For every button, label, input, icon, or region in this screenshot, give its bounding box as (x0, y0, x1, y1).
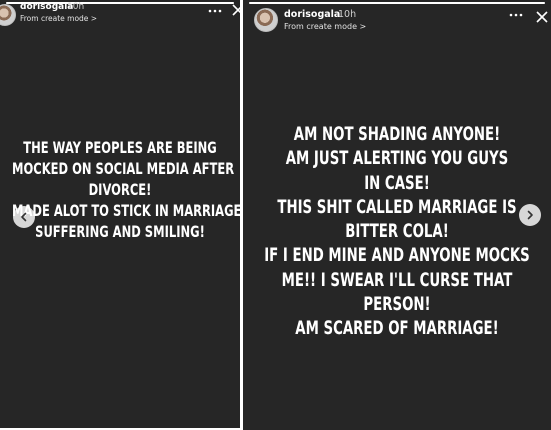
chevron-left-icon (21, 212, 27, 222)
story-text-line: THE WAY PEOPLES ARE BEING (23, 138, 217, 157)
story-header: dorisogala 10h From create mode > (243, 0, 551, 36)
story-timestamp: 10h (67, 2, 85, 12)
story-panel-right: dorisogala 10h From create mode > AM NOT… (243, 0, 551, 430)
story-text-line: PERSON! (363, 294, 431, 316)
create-mode-link[interactable]: From create mode > (284, 22, 366, 31)
story-text-line: MOCKED ON SOCIAL MEDIA AFTER (11, 159, 235, 178)
story-header: dorisogala 10h From create mode > (0, 0, 240, 36)
story-text-line: BITTER COLA! (345, 221, 449, 243)
story-text-line: IN CASE! (364, 172, 430, 194)
avatar[interactable] (254, 8, 278, 32)
story-text-line: DIVORCE! (88, 180, 152, 199)
chevron-right-icon (527, 210, 533, 220)
more-horizontal-icon[interactable] (509, 12, 523, 18)
story-text-line: ME!! I SWEAR I'LL CURSE THAT (281, 269, 513, 291)
previous-story-button[interactable] (13, 206, 35, 228)
story-text-line: MADE ALOT TO STICK IN MARRIAGE (11, 201, 240, 220)
next-story-button[interactable] (519, 204, 541, 226)
avatar[interactable] (0, 4, 16, 26)
story-text-line: SUFFERING AND SMILING! (35, 222, 205, 241)
username[interactable]: dorisogala (284, 9, 340, 20)
create-mode-link[interactable]: From create mode > (20, 14, 97, 23)
story-text-line: AM JUST ALERTING YOU GUYS (285, 148, 509, 170)
story-text: THE WAY PEOPLES ARE BEING MOCKED ON SOCIA… (11, 137, 240, 242)
story-panel-left: dorisogala 10h From create mode > THE WA… (0, 0, 240, 428)
username[interactable]: dorisogala (20, 2, 73, 12)
story-text-line: AM NOT SHADING ANYONE! (293, 124, 501, 145)
more-horizontal-icon[interactable] (208, 8, 222, 14)
story-text: AM NOT SHADING ANYONE! AM JUST ALERTING Y… (263, 123, 531, 342)
close-icon[interactable] (536, 11, 548, 23)
close-icon[interactable] (232, 4, 240, 16)
story-text-line: THIS SHIT CALLED MARRIAGE IS (277, 196, 517, 218)
story-timestamp: 10h (338, 9, 357, 20)
story-text-line: AM SCARED OF MARRIAGE! (295, 318, 499, 340)
story-text-line: IF I END MINE AND ANYONE MOCKS (264, 245, 530, 267)
